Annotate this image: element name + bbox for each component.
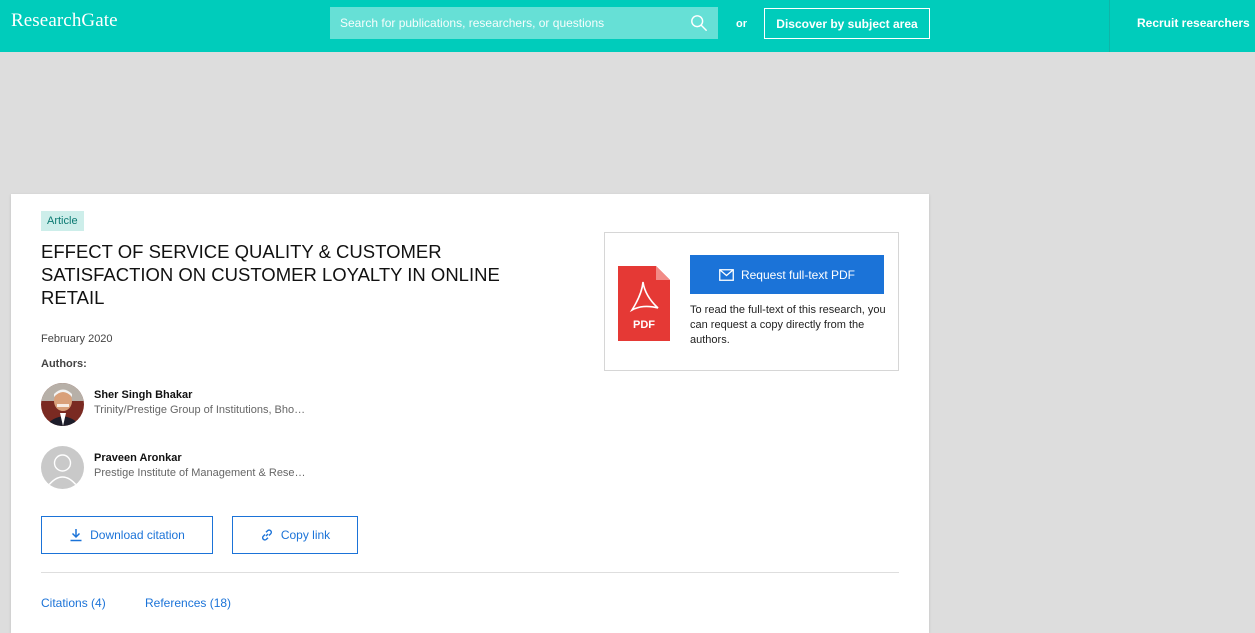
search-input[interactable]: [330, 7, 718, 39]
search-icon[interactable]: [690, 14, 708, 32]
author-institution: Prestige Institute of Management & Rese…: [94, 467, 306, 479]
author-name[interactable]: Praveen Aronkar: [94, 452, 182, 464]
link-icon: [261, 529, 272, 541]
copy-link-label: Copy link: [280, 528, 331, 542]
request-full-text-label: Request full-text PDF: [740, 267, 856, 282]
authors-label: Authors:: [41, 358, 87, 370]
author-avatar[interactable]: [41, 446, 84, 489]
download-citation-button[interactable]: Download citation: [41, 516, 213, 554]
request-description: To read the full-text of this research, …: [690, 304, 886, 346]
tab-citations[interactable]: Citations (4): [41, 596, 106, 610]
discover-by-subject-button[interactable]: Discover by subject area: [764, 8, 930, 39]
pdf-label: PDF: [633, 319, 655, 331]
copy-link-button[interactable]: Copy link: [232, 516, 358, 554]
publication-card: Article EFFECT OF SERVICE QUALITY & CUST…: [11, 194, 929, 633]
author-name[interactable]: Sher Singh Bhakar: [94, 389, 192, 401]
request-full-text-panel: PDF Request full-text PDF To read the fu…: [604, 232, 899, 371]
tab-references[interactable]: References (18): [145, 596, 231, 610]
mail-icon: [719, 268, 734, 281]
request-full-text-button[interactable]: Request full-text PDF: [690, 255, 884, 294]
author-avatar[interactable]: [41, 383, 84, 426]
download-citation-label: Download citation: [90, 528, 185, 542]
publication-date: February 2020: [41, 333, 113, 345]
author-item[interactable]: Sher Singh Bhakar Trinity/Prestige Group…: [41, 383, 461, 429]
recruit-researchers-link[interactable]: Recruit researchers: [1137, 16, 1250, 30]
author-photo-icon: [41, 383, 84, 426]
researchgate-logo[interactable]: ResearchGate: [11, 10, 118, 32]
author-item[interactable]: Praveen Aronkar Prestige Institute of Ma…: [41, 446, 461, 492]
publication-title: EFFECT OF SERVICE QUALITY & CUSTOMER SAT…: [41, 241, 500, 308]
search-box[interactable]: [330, 7, 718, 39]
top-navigation-bar: ResearchGate or Discover by subject area…: [0, 0, 1255, 52]
author-institution: Trinity/Prestige Group of Institutions, …: [94, 404, 306, 416]
or-label: or: [736, 18, 747, 30]
section-divider: [41, 572, 899, 573]
download-icon: [70, 529, 82, 542]
pdf-file-icon: PDF: [618, 266, 670, 341]
article-type-badge: Article: [41, 211, 84, 231]
header-divider: [1109, 0, 1110, 52]
default-user-avatar-icon: [41, 446, 84, 489]
